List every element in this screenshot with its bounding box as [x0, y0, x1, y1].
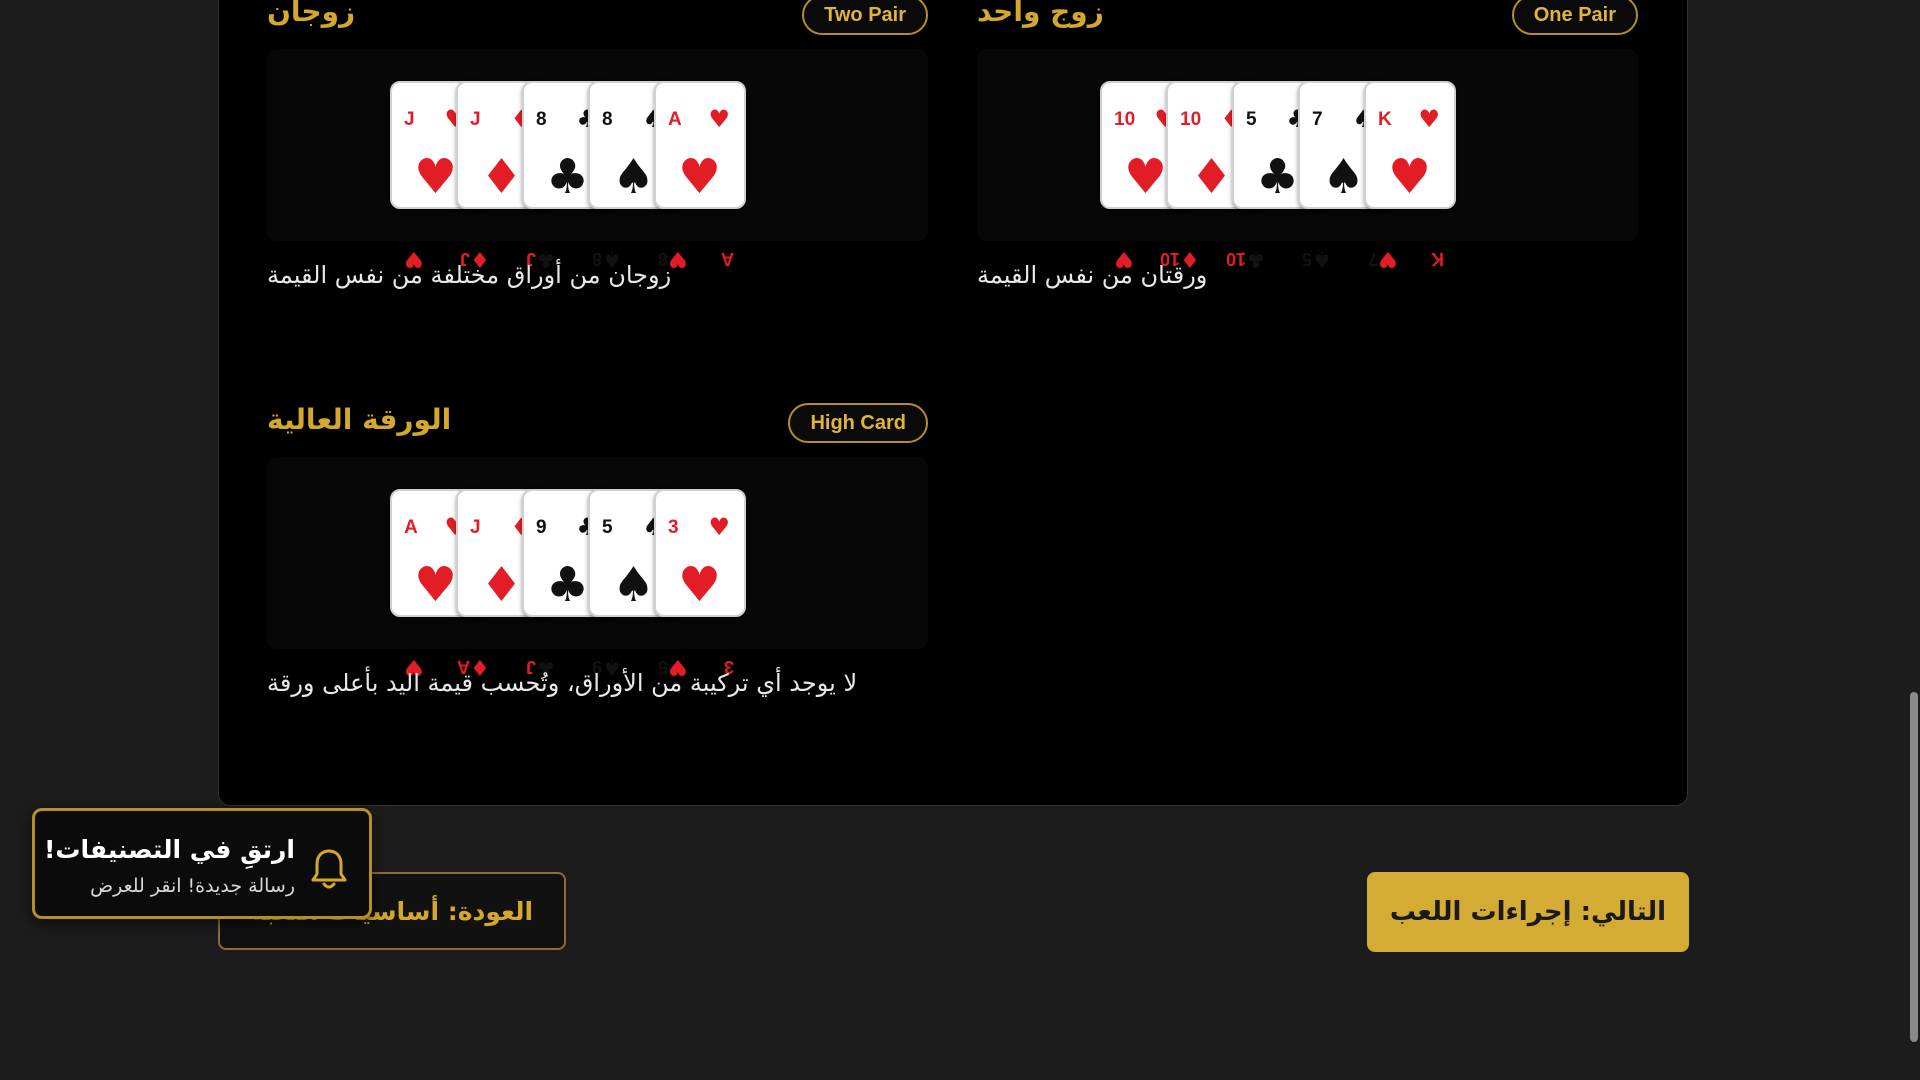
hand-badge: Two Pair [802, 0, 928, 35]
card-suit-large-icon: ♥ [414, 149, 458, 205]
card-suit-large-icon: ♣ [1256, 149, 1300, 205]
toast-title: ارتقِ في التصنيفات! [43, 835, 295, 864]
card-row: A♥♥J♦♦9♣♣5♠♠3♥♥ [390, 489, 806, 617]
card-area: J♥♥J♦♦8♣♣8♠♠A♥♥ [267, 49, 928, 241]
hand-title: زوجان [267, 0, 356, 28]
card-rank: 10 [1114, 109, 1136, 130]
hand-description: زوجان من أوراق مختلفة من نفس القيمة [267, 261, 672, 289]
notification-toast[interactable]: ارتقِ في التصنيفات! رسالة جديدة! انقر لل… [32, 808, 372, 919]
card-row: 10♥♥10♦♦5♣♣7♠♠K♥♥ [1100, 81, 1516, 209]
card-suit-large-icon: ♠ [1322, 149, 1366, 205]
card-suit-large-icon: ♣ [546, 557, 590, 613]
card-suit-icon: ♥ [708, 105, 730, 133]
playing-card: A ♥ ♥ [654, 81, 746, 209]
hand-header: زوج واحد One Pair [977, 0, 1638, 39]
card-suit-large-icon: ♠ [612, 149, 656, 205]
scrollbar[interactable] [1908, 0, 1920, 1080]
card-suit-large-icon: ♦ [1190, 149, 1234, 205]
card-suit-large-icon: ♥ [678, 557, 722, 613]
playing-card: K ♥ ♥ [1364, 81, 1456, 209]
card-rank: 7 [1312, 109, 1323, 130]
card-rank: 5 [602, 517, 613, 538]
card-suit-large-icon: ♣ [546, 149, 590, 205]
card-rank: 8 [602, 109, 613, 130]
hand-header: الورقة العالية High Card [267, 403, 928, 447]
card-suit-large-icon: ♠ [612, 557, 656, 613]
card-rank: 10 [1180, 109, 1202, 130]
card-rank: A [668, 109, 682, 130]
scrollbar-thumb[interactable] [1910, 692, 1918, 1042]
card-row: J♥♥J♦♦8♣♣8♠♠A♥♥ [390, 81, 806, 209]
hand-description: لا يوجد أي تركيبة من الأوراق، وتُحسب قيم… [267, 669, 858, 697]
toast-subtitle: رسالة جديدة! انقر للعرض [90, 875, 295, 897]
hand-header: زوجان Two Pair [267, 0, 928, 39]
card-rank: 9 [536, 517, 547, 538]
hand-title: زوج واحد [977, 0, 1104, 28]
card-suit-icon: ♥ [708, 513, 730, 541]
card-rank: J [470, 517, 481, 538]
hand-badge: One Pair [1511, 0, 1638, 35]
hand-rankings-panel: زوجان Two Pair J♥♥J♦♦8♣♣8♠♠A♥♥ J♥J♦8♣8♠A… [218, 0, 1688, 806]
card-suit-large-icon: ♦ [480, 149, 524, 205]
card-rank: 3 [668, 517, 679, 538]
card-suit-large-icon: ♥ [1124, 149, 1168, 205]
card-rank: J [404, 109, 415, 130]
hand-title: الورقة العالية [267, 403, 452, 436]
bell-icon [311, 849, 347, 889]
next-button[interactable]: التالي: إجراءات اللعب [1367, 872, 1689, 952]
card-suit-icon: ♥ [1418, 105, 1440, 133]
card-suit-large-icon: ♥ [414, 557, 458, 613]
card-rank: 8 [536, 109, 547, 130]
card-suit-large-icon: ♥ [1388, 149, 1432, 205]
card-area: A♥♥J♦♦9♣♣5♠♠3♥♥ [267, 457, 928, 649]
playing-card: 3 ♥ ♥ [654, 489, 746, 617]
card-suit-large-icon: ♦ [480, 557, 524, 613]
card-rank: J [470, 109, 481, 130]
hand-description: ورقتان من نفس القيمة [977, 261, 1208, 289]
card-suit-large-icon: ♥ [678, 149, 722, 205]
card-area: 10♥♥10♦♦5♣♣7♠♠K♥♥ [977, 49, 1638, 241]
card-rank: A [404, 517, 418, 538]
card-rank: K [1378, 109, 1392, 130]
card-rank: 5 [1246, 109, 1257, 130]
hand-badge: High Card [788, 403, 928, 443]
